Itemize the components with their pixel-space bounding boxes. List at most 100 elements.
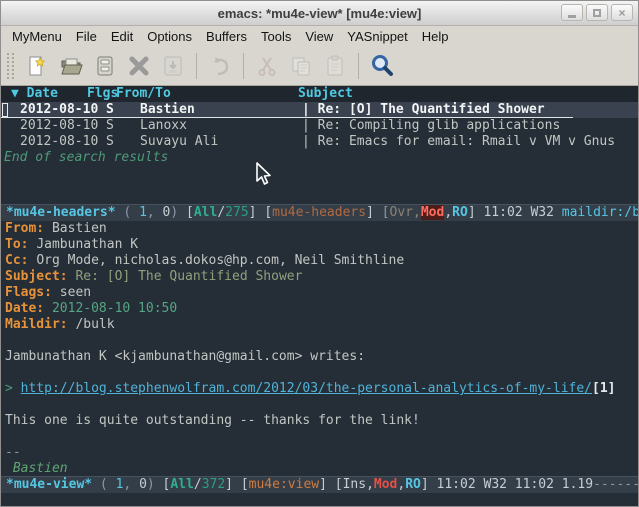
- new-file-button[interactable]: [20, 50, 54, 82]
- headers-mode-line: *mu4e-headers* ( 1, 0) [All/275] [mu4e-h…: [1, 204, 638, 221]
- emacs-window: emacs: *mu4e-view* [mu4e:view] × MyMenu …: [0, 0, 639, 507]
- readonly-flag: RO: [405, 477, 421, 492]
- toolbar-grip[interactable]: [7, 53, 14, 79]
- paste-clipboard-icon: [323, 54, 347, 78]
- undo-icon: [208, 54, 232, 78]
- row-date: 2012-08-10: [20, 118, 98, 134]
- menu-buffers[interactable]: Buffers: [199, 28, 254, 45]
- toolbar-separator: [243, 53, 244, 79]
- menu-yasnippet[interactable]: YASnippet: [340, 28, 414, 45]
- maildir-value: /bulk: [75, 317, 114, 332]
- minimize-button[interactable]: [561, 4, 583, 21]
- close-button[interactable]: ×: [611, 4, 633, 21]
- row-flags: S: [106, 102, 114, 118]
- menu-file[interactable]: File: [69, 28, 104, 45]
- menu-help[interactable]: Help: [415, 28, 456, 45]
- message-row-selected[interactable]: 2012-08-10 S Bastien | Re: [O] The Quant…: [1, 102, 638, 118]
- save-button[interactable]: [88, 50, 122, 82]
- search-icon: [369, 53, 395, 79]
- readonly-flag: RO: [452, 205, 468, 220]
- field-maildir: Maildir: /bulk: [5, 317, 638, 333]
- headers-column-header: ▼ Date Flgs From/To Subject: [1, 86, 638, 102]
- menu-options[interactable]: Options: [140, 28, 199, 45]
- end-of-results-message: End of search results: [1, 150, 638, 166]
- footnote-ref: [1]: [592, 381, 615, 396]
- modified-flag: Mod: [421, 205, 444, 220]
- buffer-name: *mu4e-headers*: [6, 205, 116, 220]
- menu-tools[interactable]: Tools: [254, 28, 298, 45]
- column-subject[interactable]: Subject: [298, 86, 353, 102]
- subject-value: Re: [O] The Quantified Shower: [75, 269, 302, 284]
- row-flags: S: [106, 134, 114, 150]
- save-as-button[interactable]: [156, 50, 190, 82]
- buffer-name: *mu4e-view*: [6, 477, 92, 492]
- column-date[interactable]: ▼ Date: [11, 86, 58, 102]
- cut-button[interactable]: [250, 50, 284, 82]
- save-as-icon: [161, 54, 185, 78]
- message-row[interactable]: 2012-08-10 S Lanoxx | Re: Compiling glib…: [1, 118, 638, 134]
- modified-flag: Mod: [374, 477, 397, 492]
- row-from: Suvayu Ali: [140, 134, 218, 150]
- window-title: emacs: *mu4e-view* [mu4e:view]: [1, 6, 638, 21]
- major-mode: mu4e-headers: [272, 205, 366, 220]
- paste-button[interactable]: [318, 50, 352, 82]
- window-controls: ×: [561, 4, 633, 21]
- minibuffer[interactable]: [1, 493, 638, 507]
- maildir-indicator: maildir:/bulk: [562, 205, 638, 220]
- row-date: 2012-08-10: [20, 134, 98, 150]
- fringe-cursor-icon: [2, 103, 8, 117]
- to-value: Jambunathan K: [36, 237, 138, 252]
- maximize-button[interactable]: [586, 4, 608, 21]
- copy-button[interactable]: [284, 50, 318, 82]
- clock: 11:02 W32 11:02 1.19: [437, 477, 594, 492]
- column-from[interactable]: From/To: [116, 86, 171, 102]
- search-button[interactable]: [365, 50, 399, 82]
- row-subject: | Re: Emacs for email: Rmail v VM v Gnus: [302, 134, 615, 150]
- flags-value: seen: [60, 285, 91, 300]
- close-icon: ×: [618, 7, 625, 19]
- tool-bar: [1, 46, 638, 86]
- quote-prefix: >: [5, 381, 21, 396]
- body-link[interactable]: http://blog.stephenwolfram.com/2012/03/t…: [21, 381, 592, 396]
- open-folder-icon: [59, 54, 83, 78]
- row-date: 2012-08-10: [20, 102, 98, 118]
- minimize-icon: [568, 15, 576, 18]
- open-file-button[interactable]: [54, 50, 88, 82]
- cc-value: Org Mode, nicholas.dokos@hp.com, Neil Sm…: [36, 253, 404, 268]
- toolbar-separator: [358, 53, 359, 79]
- body-comment-line: This one is quite outstanding -- thanks …: [5, 413, 638, 429]
- field-date: Date: 2012-08-10 10:50: [5, 301, 638, 317]
- field-subject: Subject: Re: [O] The Quantified Shower: [5, 269, 638, 285]
- field-from: From: Bastien: [5, 221, 638, 237]
- copy-icon: [289, 54, 313, 78]
- clock: 11:02 W32: [483, 205, 561, 220]
- signature: Bastien: [5, 461, 638, 476]
- major-mode: mu4e:view: [249, 477, 319, 492]
- close-x-icon: [127, 54, 151, 78]
- row-flags: S: [106, 118, 114, 134]
- undo-button[interactable]: [203, 50, 237, 82]
- close-buffer-button[interactable]: [122, 50, 156, 82]
- signature-separator: --: [5, 445, 638, 461]
- menu-bar: MyMenu File Edit Options Buffers Tools V…: [1, 26, 638, 46]
- menu-view[interactable]: View: [298, 28, 340, 45]
- from-value: Bastien: [52, 221, 107, 236]
- toolbar-separator: [196, 53, 197, 79]
- new-file-icon: [25, 54, 49, 78]
- maximize-icon: [593, 9, 601, 17]
- emacs-frame: ▼ Date Flgs From/To Subject 2012-08-10 S…: [1, 86, 638, 507]
- cut-scissors-icon: [255, 54, 279, 78]
- mu4e-view-window: From: Bastien To: Jambunathan K Cc: Org …: [1, 221, 638, 476]
- menu-mymenu[interactable]: MyMenu: [5, 28, 69, 45]
- save-drawer-icon: [93, 54, 117, 78]
- column-flags[interactable]: Flgs: [87, 86, 118, 102]
- date-value: 2012-08-10 10:50: [52, 301, 177, 316]
- row-subject: | Re: Compiling glib applications: [302, 118, 560, 134]
- mu4e-headers-window: ▼ Date Flgs From/To Subject 2012-08-10 S…: [1, 86, 638, 204]
- message-row[interactable]: 2012-08-10 S Suvayu Ali | Re: Emacs for …: [1, 134, 638, 150]
- menu-edit[interactable]: Edit: [104, 28, 140, 45]
- row-subject: | Re: [O] The Quantified Shower: [302, 102, 545, 118]
- row-from: Bastien: [140, 102, 195, 118]
- field-to: To: Jambunathan K: [5, 237, 638, 253]
- field-cc: Cc: Org Mode, nicholas.dokos@hp.com, Nei…: [5, 253, 638, 269]
